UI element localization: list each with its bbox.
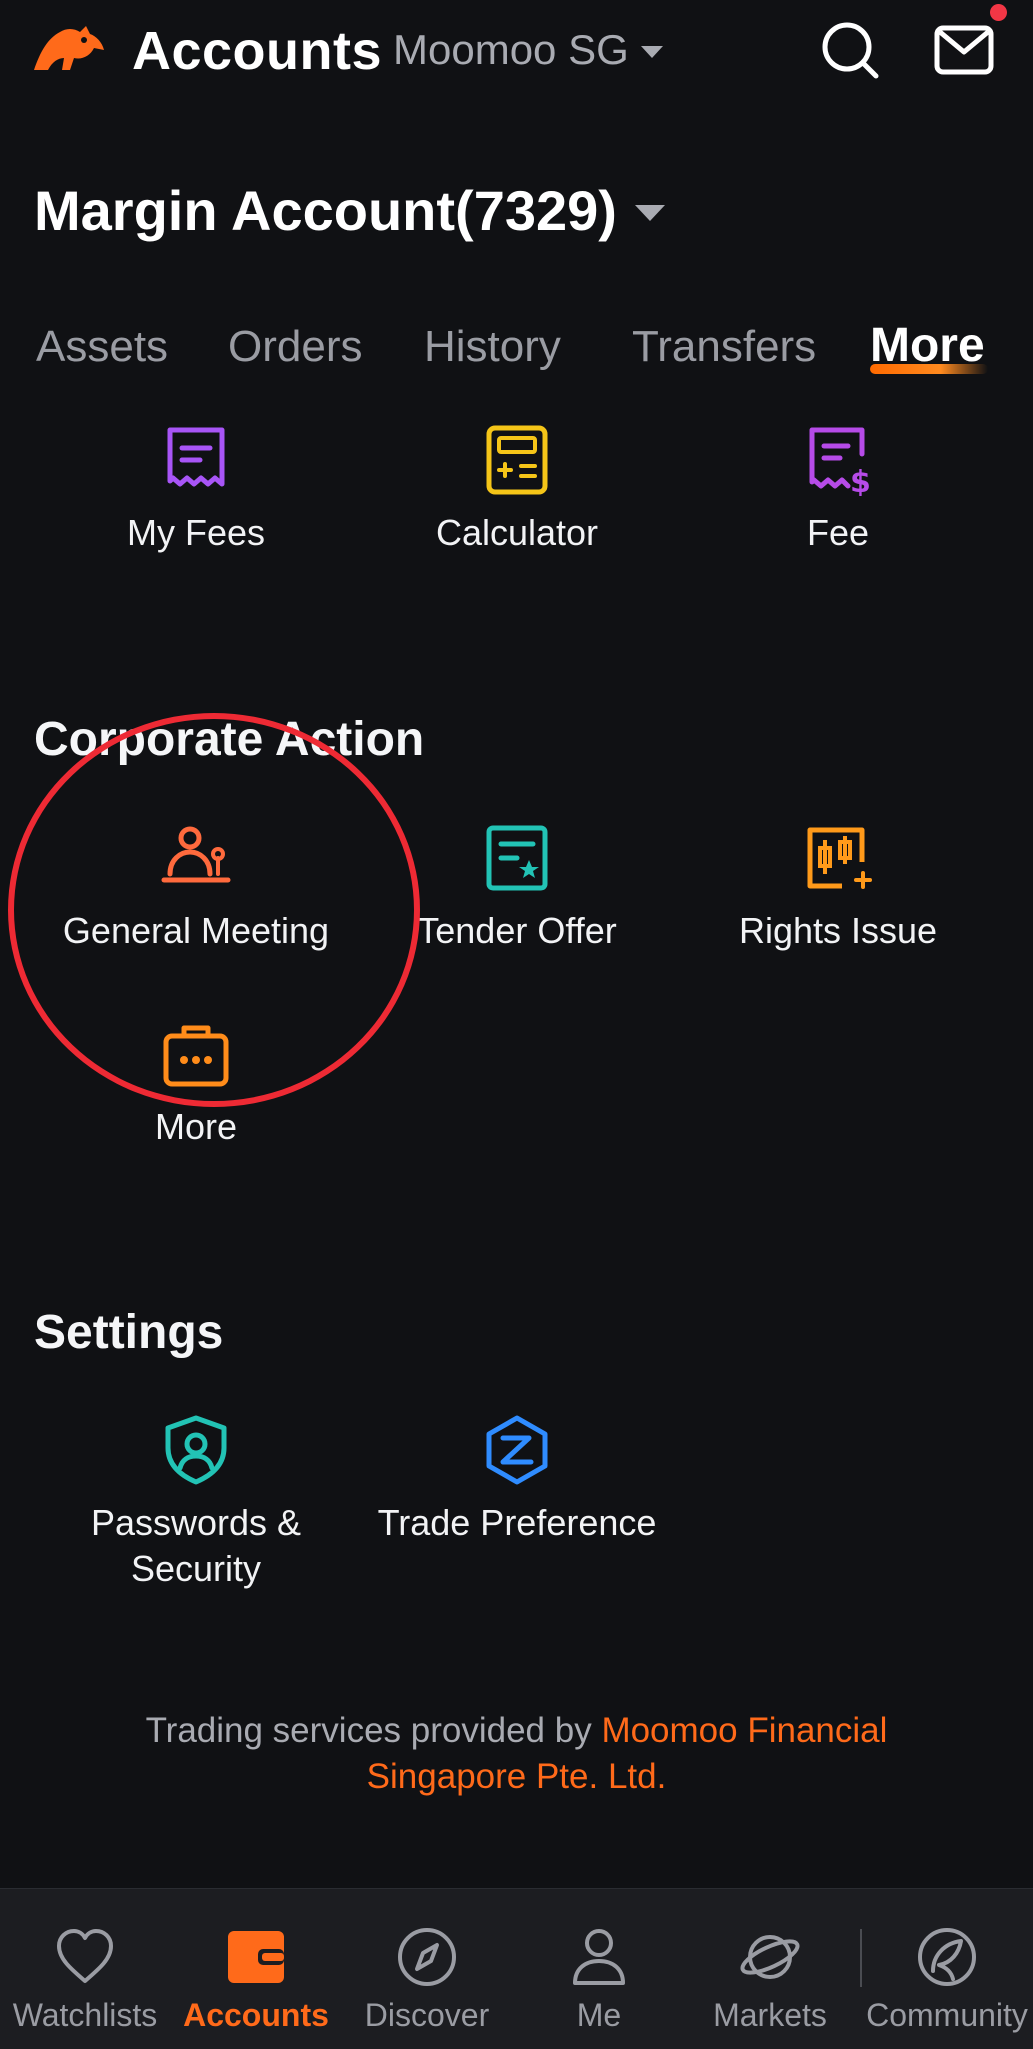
- corporate-action-label: Rights Issue: [738, 910, 938, 951]
- nav-markets[interactable]: Markets: [685, 1925, 855, 2034]
- settings-trade-preference[interactable]: Trade Preference: [357, 1414, 677, 1546]
- chevron-down-icon: [640, 46, 663, 58]
- trade-preference-icon: [486, 1415, 548, 1485]
- bottom-nav: Watchlists Accounts Discover Me Markets: [0, 1888, 1033, 2049]
- tender-offer-icon: [486, 825, 548, 891]
- tab-bar: Assets Orders History Transfers More: [0, 319, 1033, 392]
- corporate-action-label: More: [154, 1106, 238, 1147]
- tab-orders[interactable]: Orders: [228, 322, 362, 372]
- tool-label: My Fees: [126, 512, 266, 553]
- tool-label: Fee: [806, 512, 870, 553]
- account-selector[interactable]: Margin Account(7329): [34, 178, 665, 243]
- community-icon: [918, 1928, 976, 1986]
- corporate-action-more[interactable]: More: [36, 1018, 356, 1150]
- corporate-action-rights-issue[interactable]: Rights Issue: [678, 822, 998, 954]
- nav-label: Me: [576, 1997, 622, 2033]
- active-tab-indicator: [870, 364, 988, 374]
- broker-selector[interactable]: Moomoo SG: [393, 26, 663, 74]
- tab-transfers[interactable]: Transfers: [632, 322, 816, 372]
- settings-label: Trade Preference: [377, 1502, 657, 1543]
- fee-bill-icon: $: [809, 427, 871, 496]
- nav-label: Community: [866, 1997, 1028, 2033]
- person-icon: [573, 1929, 625, 1985]
- tool-calculator[interactable]: Calculator: [357, 424, 677, 556]
- more-briefcase-icon: [163, 1025, 229, 1087]
- nav-accounts[interactable]: Accounts: [171, 1925, 341, 2034]
- section-title-settings: Settings: [34, 1306, 224, 1359]
- compass-icon: [398, 1928, 456, 1986]
- tool-fee[interactable]: $ Fee: [678, 424, 998, 556]
- nav-label: Accounts: [183, 1997, 329, 2033]
- svg-text:$: $: [850, 465, 871, 496]
- notification-dot: [990, 4, 1007, 21]
- tool-my-fees[interactable]: My Fees: [36, 424, 356, 556]
- rights-issue-icon: [807, 827, 872, 889]
- footer-prefix: Trading services provided by: [145, 1711, 602, 1750]
- footer-note: Trading services provided by Moomoo Fina…: [80, 1708, 953, 1800]
- tab-history[interactable]: History: [424, 322, 561, 372]
- receipt-icon: [167, 427, 225, 487]
- chevron-down-icon: [634, 204, 665, 221]
- heart-icon: [57, 1929, 113, 1983]
- corporate-action-label: General Meeting: [62, 910, 330, 951]
- tool-label: Calculator: [435, 512, 599, 553]
- moomoo-logo: [34, 26, 104, 70]
- tab-assets[interactable]: Assets: [36, 322, 168, 372]
- corporate-action-label: Tender Offer: [417, 910, 617, 951]
- planet-icon: [740, 1935, 800, 1979]
- nav-me[interactable]: Me: [514, 1925, 684, 2034]
- corporate-action-tender-offer[interactable]: Tender Offer: [357, 822, 677, 954]
- section-title-corporate-action: Corporate Action: [34, 713, 425, 766]
- nav-label: Discover: [364, 1997, 490, 2033]
- account-name: Margin Account(7329): [34, 179, 617, 242]
- shield-user-icon: [165, 1415, 227, 1485]
- nav-discover[interactable]: Discover: [342, 1925, 512, 2034]
- meeting-icon: [161, 826, 231, 883]
- settings-label-line1: Passwords &: [90, 1502, 302, 1543]
- search-icon[interactable]: [818, 18, 882, 82]
- settings-label-line2: Security: [130, 1548, 262, 1589]
- broker-name: Moomoo SG: [393, 26, 629, 73]
- nav-label: Watchlists: [12, 1997, 158, 2033]
- mail-icon[interactable]: [932, 18, 996, 82]
- wallet-icon: [228, 1931, 284, 1983]
- top-bar: Accounts Moomoo SG: [0, 0, 1033, 110]
- nav-watchlists[interactable]: Watchlists: [0, 1925, 170, 2034]
- nav-community[interactable]: Community: [862, 1925, 1032, 2034]
- page-title: Accounts: [132, 21, 383, 81]
- nav-label: Markets: [713, 1997, 827, 2033]
- corporate-action-general-meeting[interactable]: General Meeting: [36, 822, 356, 954]
- settings-passwords-security[interactable]: Passwords & Security: [36, 1414, 356, 1592]
- calculator-icon: [486, 425, 548, 495]
- settings-label: Passwords & Security: [36, 1500, 356, 1592]
